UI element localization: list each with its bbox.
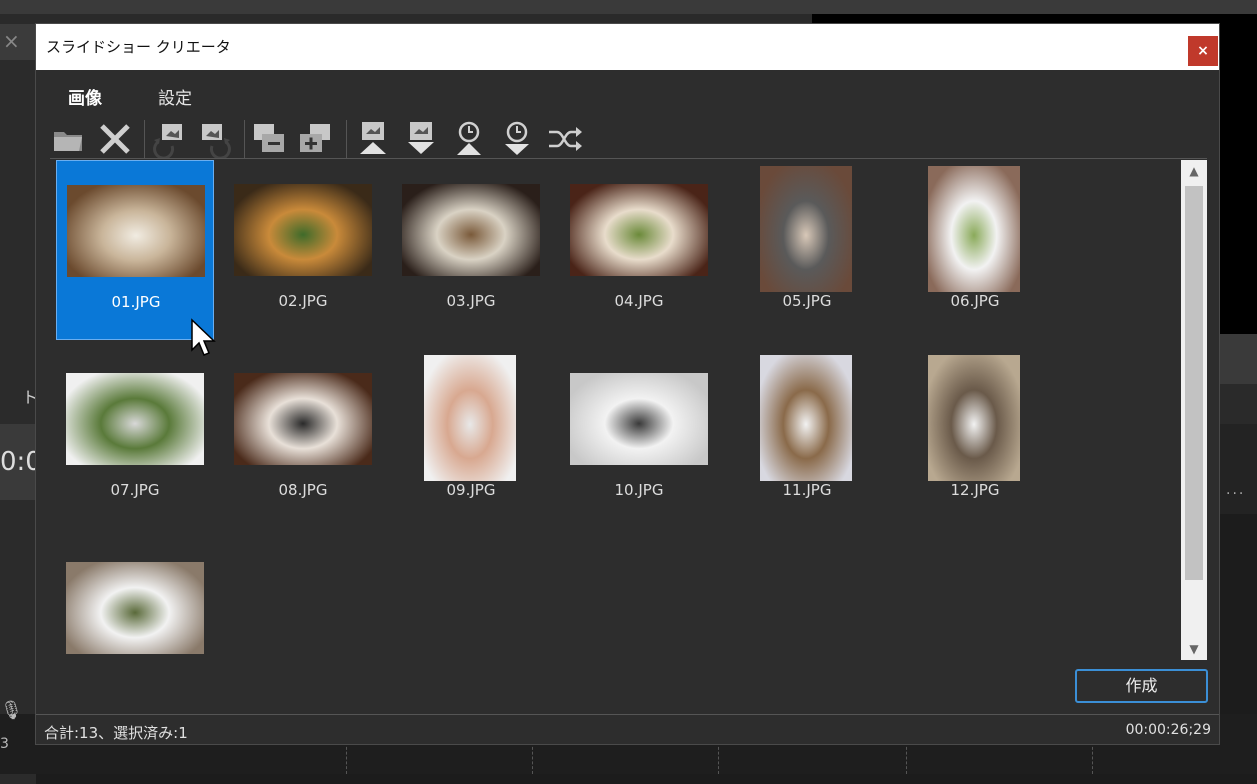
move-to-bottom-button[interactable] <box>402 120 440 158</box>
background-more-icon: ··· <box>1226 486 1246 502</box>
add-image-button[interactable] <box>296 120 334 158</box>
toolbar-separator <box>244 120 245 158</box>
thumbnail-label: 02.JPG <box>278 292 328 310</box>
background-right-panel <box>1219 334 1257 384</box>
thumbnail-image <box>760 355 852 481</box>
background-track-number: 3 <box>0 736 9 752</box>
vertical-scrollbar[interactable]: ▲ ▼ <box>1181 160 1207 660</box>
rotate-right-button[interactable] <box>196 120 234 158</box>
thumbnail-label: 11.JPG <box>782 481 832 499</box>
rotate-left-button[interactable] <box>150 120 188 158</box>
image-thumbnail[interactable]: 01.JPG <box>56 160 214 340</box>
thumbnail-image <box>570 373 708 465</box>
sort-time-ascending-icon <box>457 121 481 155</box>
tab-settings[interactable]: 設定 <box>158 84 192 109</box>
thumbnail-image <box>67 185 205 277</box>
scroll-up-icon[interactable]: ▲ <box>1181 160 1207 182</box>
image-thumbnail[interactable]: 03.JPG <box>392 160 550 340</box>
rotate-left-icon <box>153 124 182 158</box>
mouse-cursor-icon <box>191 318 216 356</box>
thumbnail-label: 05.JPG <box>782 292 832 310</box>
toolbar-separator <box>144 120 145 158</box>
toolbar-separator <box>346 120 347 158</box>
remove-image-button[interactable] <box>250 120 288 158</box>
image-thumbnail[interactable]: 10.JPG <box>560 349 718 529</box>
scroll-down-icon[interactable]: ▼ <box>1181 638 1207 660</box>
image-grid[interactable]: 01.JPG 02.JPG 03.JPG 04.JPG 05.JPG 06.JPG 07.J… <box>50 160 1181 660</box>
add-image-icon <box>300 124 330 152</box>
thumbnail-label: 07.JPG <box>110 481 160 499</box>
image-thumbnail[interactable]: 08.JPG <box>224 349 382 529</box>
thumbnail-label: 12.JPG <box>950 481 1000 499</box>
move-to-top-icon <box>360 122 386 154</box>
status-divider <box>36 714 1219 715</box>
selection-summary: 合計:13、選択済み:1 <box>44 724 188 742</box>
thumbnail-image <box>424 355 516 481</box>
rotate-right-icon <box>202 124 231 158</box>
thumbnail-label: 03.JPG <box>446 292 496 310</box>
sort-time-descending-icon <box>505 121 529 155</box>
thumbnail-label: 06.JPG <box>950 292 1000 310</box>
sort-time-ascending-button[interactable] <box>450 120 488 158</box>
image-thumbnail[interactable]: 02.JPG <box>224 160 382 340</box>
thumbnail-label: 08.JPG <box>278 481 328 499</box>
image-thumbnail[interactable]: 05.JPG <box>728 160 886 340</box>
shuffle-button[interactable] <box>546 120 584 158</box>
create-button[interactable]: 作成 <box>1075 669 1208 703</box>
background-top-bar <box>0 0 1257 14</box>
image-thumbnail[interactable]: 07.JPG <box>56 349 214 529</box>
thumbnail-label: 10.JPG <box>614 481 664 499</box>
background-close-icon: × <box>0 24 36 60</box>
thumbnail-image <box>928 166 1020 292</box>
thumbnail-image <box>570 184 708 276</box>
timeline-divider <box>1092 742 1094 774</box>
total-duration: 00:00:26;29 <box>1125 722 1211 738</box>
image-thumbnail[interactable]: 12.JPG <box>896 349 1054 529</box>
thumbnail-label: 01.JPG <box>111 293 161 311</box>
image-thumbnail[interactable]: 04.JPG <box>560 160 718 340</box>
dialog-title: スライドショー クリエータ <box>46 38 231 56</box>
delete-button[interactable] <box>96 120 134 158</box>
background-right-panel-2 <box>1219 384 1257 424</box>
image-thumbnail[interactable]: 11.JPG <box>728 349 886 529</box>
tab-images[interactable]: 画像 <box>68 84 102 109</box>
timeline-divider <box>532 742 534 774</box>
image-thumbnail[interactable] <box>56 538 214 660</box>
thumbnail-image <box>66 373 204 465</box>
image-thumbnail[interactable]: 09.JPG <box>392 349 550 529</box>
dialog-titlebar[interactable]: スライドショー クリエータ × <box>36 24 1219 70</box>
move-to-bottom-icon <box>408 122 434 154</box>
thumbnail-image <box>402 184 540 276</box>
shuffle-icon <box>549 127 582 151</box>
thumbnail-label: 04.JPG <box>614 292 664 310</box>
open-folder-icon <box>54 132 82 151</box>
sort-time-descending-button[interactable] <box>498 120 536 158</box>
thumbnail-image <box>234 373 372 465</box>
timeline-divider <box>718 742 720 774</box>
thumbnail-image <box>760 166 852 292</box>
move-to-top-button[interactable] <box>354 120 392 158</box>
close-button[interactable]: × <box>1188 36 1218 66</box>
open-folder-button[interactable] <box>50 120 88 158</box>
timeline-divider <box>346 742 348 774</box>
scrollbar-thumb[interactable] <box>1185 186 1203 580</box>
thumbnail-image <box>66 562 204 654</box>
toolbar-divider <box>50 158 1207 159</box>
microphone-icon: 🎙 <box>0 700 23 721</box>
thumbnail-label: 09.JPG <box>446 481 496 499</box>
image-thumbnail[interactable]: 06.JPG <box>896 160 1054 340</box>
remove-image-icon <box>254 124 284 152</box>
thumbnail-image <box>234 184 372 276</box>
timeline-divider <box>906 742 908 774</box>
background-timecode: 0:0 <box>0 424 42 500</box>
delete-icon <box>100 124 130 154</box>
thumbnail-image <box>928 355 1020 481</box>
toolbar <box>50 120 610 160</box>
slideshow-creator-dialog: スライドショー クリエータ × 画像 設定 01.JPG 02.JPG 03.J… <box>36 24 1219 744</box>
